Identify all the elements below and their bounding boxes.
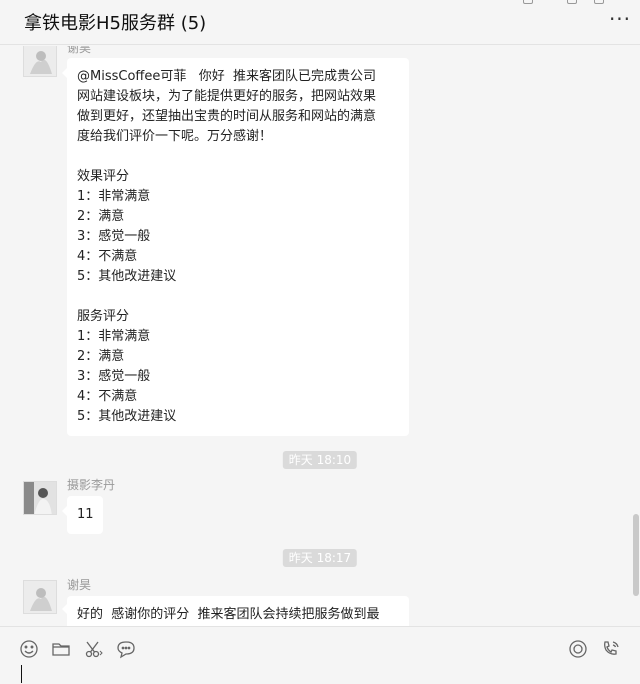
message-text-line: 做到更好，还望抽出宝贵的时间从服务和网站的满意 xyxy=(77,109,377,124)
emoji-icon[interactable] xyxy=(18,638,40,660)
scissors-icon[interactable] xyxy=(83,638,105,660)
message-text-line: @MissCoffee可菲 你好 推来客团队已完成贵公司 xyxy=(77,69,377,84)
message-sender: 谢昊 xyxy=(67,578,92,592)
message-text-line: 5：其他改进建议 xyxy=(77,269,177,284)
message-sender: 谢昊 xyxy=(67,46,92,55)
timestamp: 昨天 18:10 xyxy=(282,451,358,469)
message-text-line: 4：不满意 xyxy=(77,249,138,264)
more-options-icon[interactable]: ··· xyxy=(606,9,634,34)
avatar[interactable] xyxy=(23,46,57,77)
message-text-line xyxy=(77,287,399,307)
message-text-line: 11 xyxy=(77,507,94,522)
message-text-line: 1：非常满意 xyxy=(77,189,151,204)
message-text-line: 服务评分 xyxy=(77,309,130,324)
message-text-line: 效果评分 xyxy=(77,169,130,184)
text-caret xyxy=(21,665,22,683)
message-bubble[interactable]: 11 xyxy=(67,496,103,534)
message-text-line: 3：感觉一般 xyxy=(77,369,151,384)
minimize-icon[interactable] xyxy=(567,0,577,4)
chat-title: 拿铁电影H5服务群 (5) xyxy=(24,13,207,34)
avatar[interactable] xyxy=(23,481,57,515)
camera-icon[interactable] xyxy=(567,638,589,660)
message-text-line: 度给我们评价一下呢。万分感谢！ xyxy=(77,129,273,144)
message-sender: 摄影李丹 xyxy=(67,478,116,492)
message-input-area[interactable] xyxy=(0,626,640,684)
pin-icon[interactable] xyxy=(523,0,533,4)
message-text-line: 3：感觉一般 xyxy=(77,229,151,244)
message-text-line: 2：满意 xyxy=(77,209,125,224)
message-text-line: 好的 感谢你的评分 推来客团队会持续把服务做到最 xyxy=(77,607,380,622)
avatar[interactable] xyxy=(23,580,57,614)
message-text-line: 5：其他改进建议 xyxy=(77,409,177,424)
message-text-line xyxy=(77,147,399,167)
message-text-line: 4：不满意 xyxy=(77,389,138,404)
message-text-line: 2：满意 xyxy=(77,349,125,364)
chat-scrollbar[interactable] xyxy=(633,514,639,596)
message-text-line: 网站建设板块，为了能提供更好的服务，把网站效果 xyxy=(77,89,377,104)
chat-bubble-icon[interactable] xyxy=(115,638,137,660)
message-bubble[interactable]: @MissCoffee可菲 你好 推来客团队已完成贵公司 网站建设板块，为了能提… xyxy=(67,58,409,436)
timestamp: 昨天 18:17 xyxy=(282,549,358,567)
phone-icon[interactable] xyxy=(600,638,622,660)
message-bubble[interactable]: 好的 感谢你的评分 推来客团队会持续把服务做到最 xyxy=(67,596,409,626)
chat-header: 拿铁电影H5服务群 (5) ··· xyxy=(0,0,640,45)
maximize-icon[interactable] xyxy=(594,0,604,4)
message-text-line: 1：非常满意 xyxy=(77,329,151,344)
message-list[interactable]: 谢昊 @MissCoffee可菲 你好 推来客团队已完成贵公司 网站建设板块，为… xyxy=(0,46,640,626)
folder-icon[interactable] xyxy=(50,638,72,660)
